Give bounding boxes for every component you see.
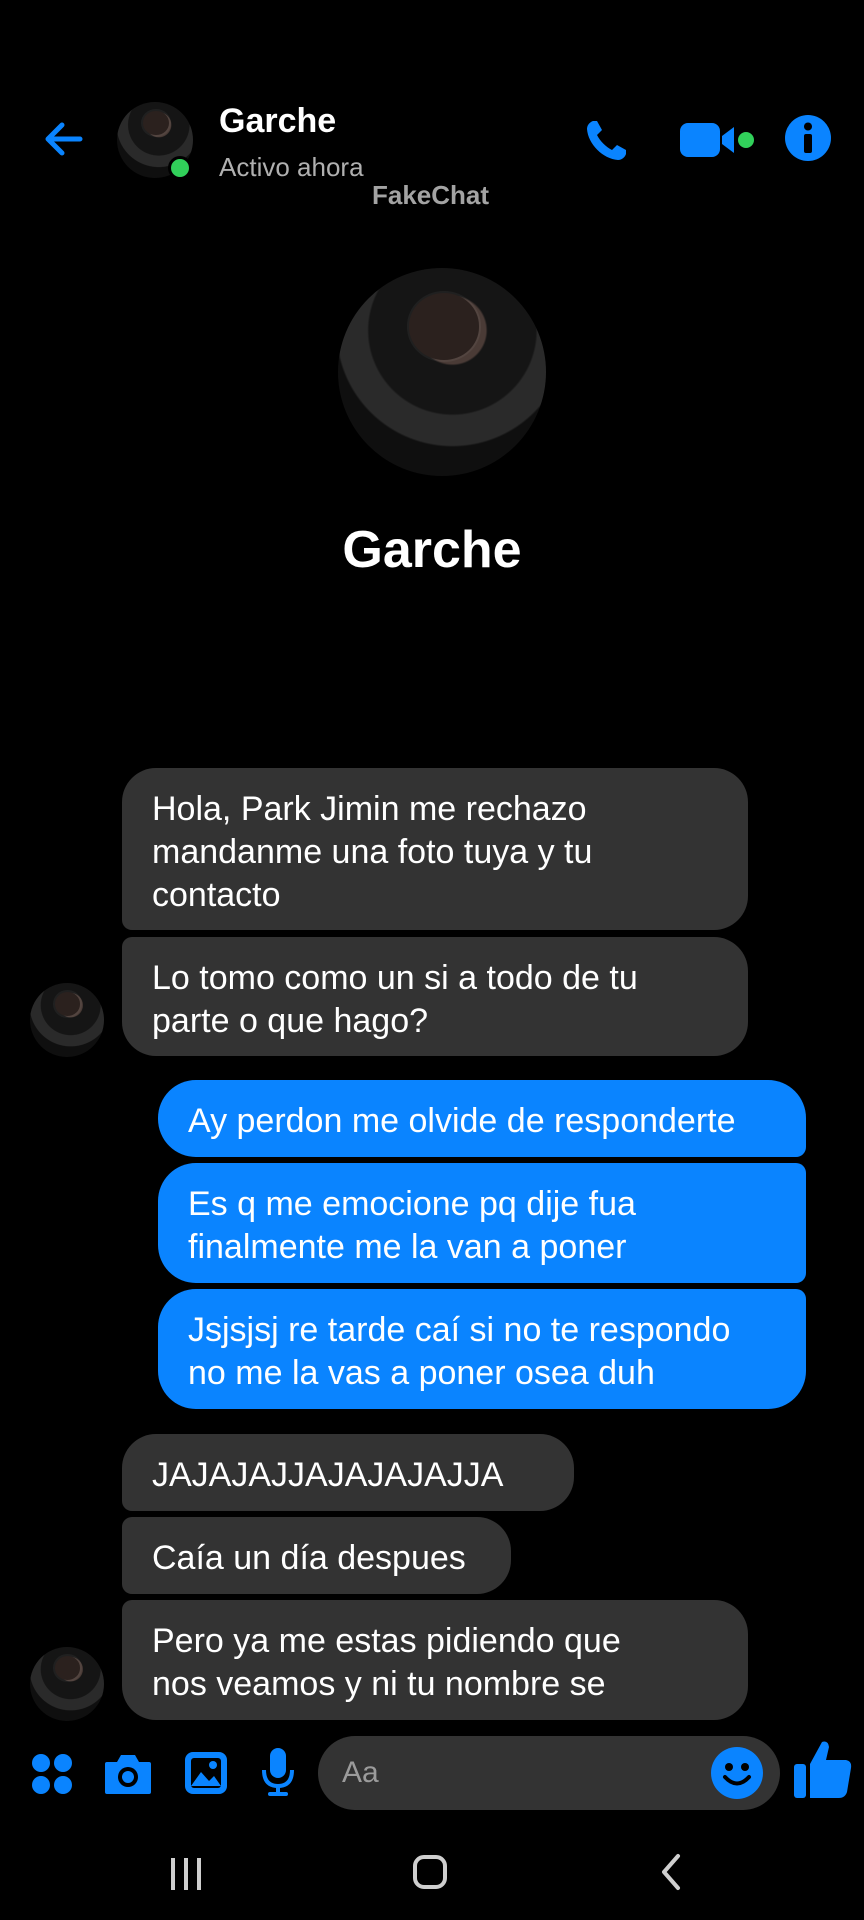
thumbs-up-icon[interactable] xyxy=(792,1738,854,1802)
message-outgoing[interactable]: Ay perdon me olvide de responderte xyxy=(158,1080,806,1157)
sender-avatar[interactable] xyxy=(30,1647,104,1721)
contact-status: Activo ahora xyxy=(219,152,364,182)
phone-icon[interactable] xyxy=(580,115,632,167)
apps-icon[interactable] xyxy=(30,1752,74,1796)
message-placeholder: Aa xyxy=(342,1756,379,1789)
message-incoming[interactable]: Hola, Park Jimin me rechazo mandanme una… xyxy=(122,768,748,930)
system-nav-bar xyxy=(0,1828,864,1920)
sender-avatar[interactable] xyxy=(30,983,104,1057)
back-icon[interactable] xyxy=(652,1852,692,1892)
composer-bar: Aa xyxy=(0,1718,864,1828)
camera-icon[interactable] xyxy=(103,1750,153,1796)
message-incoming[interactable]: Caía un día despues xyxy=(122,1517,511,1594)
home-icon[interactable] xyxy=(410,1852,450,1892)
profile-avatar[interactable] xyxy=(338,268,546,476)
message-input[interactable]: Aa xyxy=(318,1736,780,1810)
gallery-icon[interactable] xyxy=(183,1750,229,1796)
message-outgoing[interactable]: Jsjsjsj re tarde caí si no te respondo n… xyxy=(158,1289,806,1409)
message-outgoing[interactable]: Es q me emocione pq dije fua finalmente … xyxy=(158,1163,806,1283)
watermark: FakeChat xyxy=(372,180,490,210)
back-arrow-icon[interactable] xyxy=(40,115,88,163)
online-indicator xyxy=(168,156,192,180)
emoji-icon[interactable] xyxy=(710,1746,764,1800)
recents-icon[interactable] xyxy=(166,1854,206,1894)
chat-header: Garche Activo ahora FakeChat xyxy=(0,60,864,220)
mic-icon[interactable] xyxy=(260,1746,296,1798)
message-incoming[interactable]: JAJAJAJJAJAJAJAJJA xyxy=(122,1434,574,1511)
video-icon[interactable] xyxy=(680,119,758,161)
message-incoming[interactable]: Pero ya me estas pidiendo que nos veamos… xyxy=(122,1600,748,1720)
info-icon[interactable] xyxy=(784,114,832,162)
contact-name[interactable]: Garche xyxy=(219,102,336,141)
message-incoming[interactable]: Lo tomo como un si a todo de tu parte o … xyxy=(122,937,748,1056)
profile-name: Garche xyxy=(342,521,522,579)
